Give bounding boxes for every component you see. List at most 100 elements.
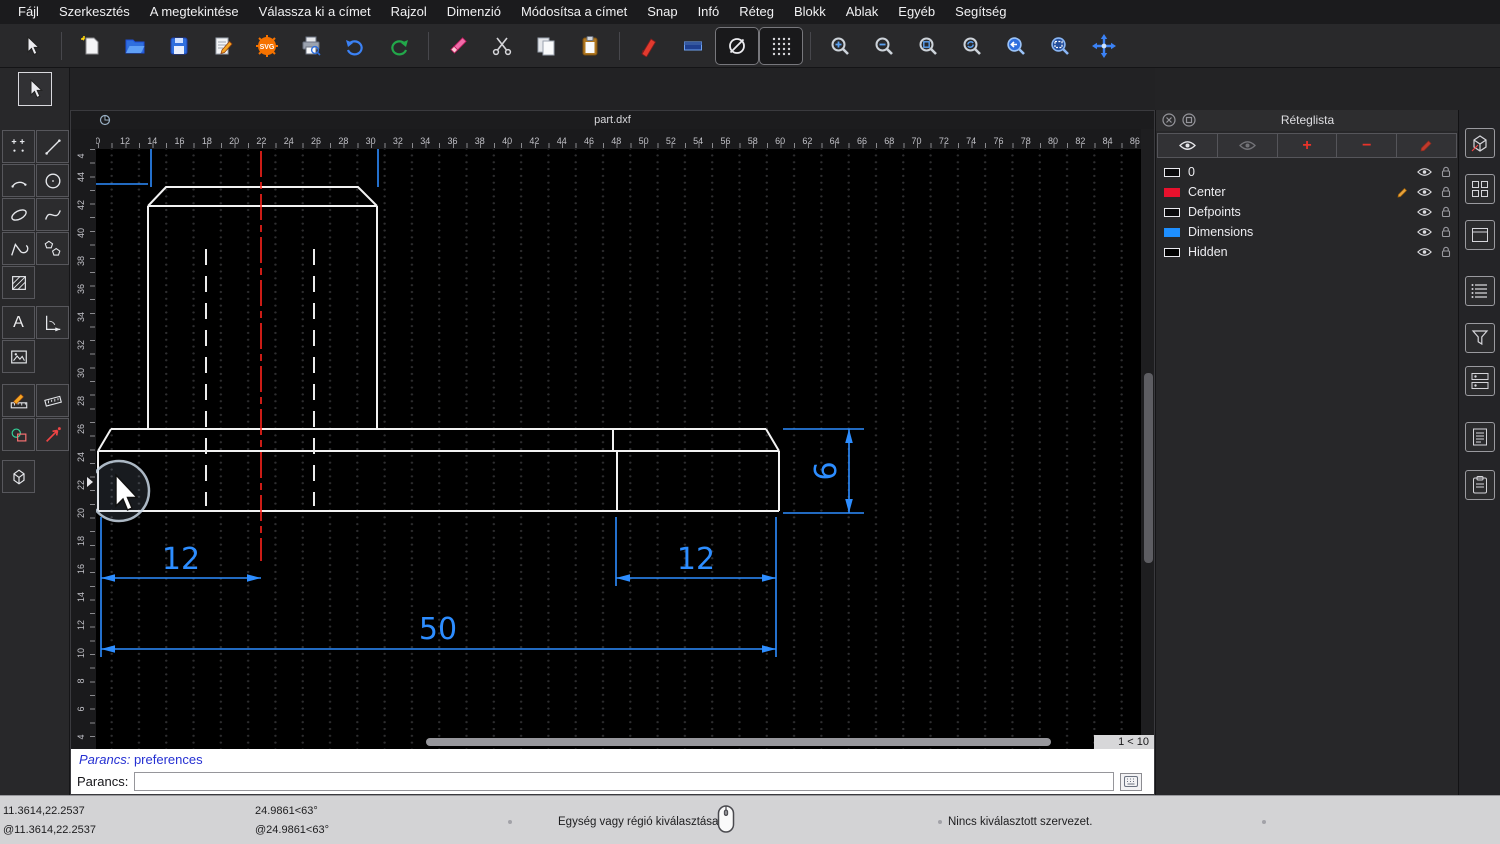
save-button[interactable] bbox=[157, 27, 201, 65]
snap-grid-button[interactable] bbox=[759, 26, 803, 65]
show-all-layers-button[interactable] bbox=[1157, 133, 1218, 158]
circle-tool[interactable] bbox=[36, 164, 69, 197]
hatch-tool[interactable] bbox=[2, 266, 35, 299]
layer-color-swatch[interactable] bbox=[1164, 187, 1180, 197]
layer-lock-icon[interactable] bbox=[1441, 226, 1451, 238]
dock-notes-button[interactable] bbox=[1465, 422, 1495, 452]
modify-tool[interactable] bbox=[2, 418, 35, 451]
menu-item[interactable]: Blokk bbox=[784, 0, 836, 24]
layer-row[interactable]: Hidden bbox=[1156, 242, 1459, 262]
arc-tool[interactable] bbox=[2, 164, 35, 197]
layer-color-swatch[interactable] bbox=[1164, 227, 1180, 237]
polyline-tool[interactable] bbox=[2, 232, 35, 265]
vertical-scrollbar[interactable] bbox=[1144, 373, 1153, 563]
layer-lock-icon[interactable] bbox=[1441, 186, 1451, 198]
layer-color-swatch[interactable] bbox=[1164, 167, 1180, 177]
image-tool[interactable] bbox=[2, 340, 35, 373]
measure-ruler-tool[interactable] bbox=[36, 384, 69, 417]
menu-item[interactable]: Rajzol bbox=[381, 0, 437, 24]
menu-item[interactable]: Fájl bbox=[8, 0, 49, 24]
command-options-button[interactable] bbox=[1120, 772, 1143, 791]
current-tool-select-button[interactable] bbox=[18, 72, 52, 106]
layer-visibility-icon[interactable] bbox=[1417, 167, 1432, 177]
menu-item[interactable]: Dimenzió bbox=[437, 0, 511, 24]
zoom-out-button[interactable] bbox=[862, 27, 906, 65]
layer-lock-icon[interactable] bbox=[1441, 246, 1451, 258]
float-panel-icon[interactable] bbox=[1182, 113, 1196, 134]
spline-tool[interactable] bbox=[36, 198, 69, 231]
drawing-canvas[interactable]: 12 12 50 6 bbox=[87, 149, 1141, 749]
add-layer-button[interactable]: + bbox=[1276, 133, 1338, 158]
layer-row[interactable]: Defpoints bbox=[1156, 202, 1459, 222]
zoom-pan-button[interactable] bbox=[1082, 27, 1126, 65]
layer-row[interactable]: 0 bbox=[1156, 162, 1459, 182]
layer-edit-pencil-icon[interactable] bbox=[1397, 186, 1409, 198]
menu-item[interactable]: Ablak bbox=[836, 0, 889, 24]
zoom-redraw-button[interactable] bbox=[950, 27, 994, 65]
hidden-lines[interactable] bbox=[205, 249, 315, 506]
menu-item[interactable]: A megtekintése bbox=[140, 0, 249, 24]
menu-item[interactable]: Snap bbox=[637, 0, 687, 24]
menu-item[interactable]: Módosítsa a címet bbox=[511, 0, 637, 24]
edit-drawing-button[interactable] bbox=[201, 27, 245, 65]
line-tool[interactable] bbox=[36, 130, 69, 163]
measure-distance-tool[interactable] bbox=[2, 384, 35, 417]
layer-color-swatch[interactable] bbox=[1164, 247, 1180, 257]
menu-item[interactable]: Réteg bbox=[729, 0, 784, 24]
zoom-previous-button[interactable] bbox=[994, 27, 1038, 65]
copy-button[interactable] bbox=[524, 27, 568, 65]
remove-layer-button[interactable]: − bbox=[1336, 133, 1398, 158]
explode-tool[interactable] bbox=[36, 418, 69, 451]
menu-item[interactable]: Egyéb bbox=[888, 0, 945, 24]
delete-entities-button[interactable] bbox=[436, 27, 480, 65]
layer-lock-icon[interactable] bbox=[1441, 166, 1451, 178]
command-input[interactable] bbox=[134, 772, 1115, 791]
dimension-tool[interactable] bbox=[36, 306, 69, 339]
dock-block-list-button[interactable] bbox=[1465, 174, 1495, 204]
polygon-tool[interactable] bbox=[36, 232, 69, 265]
print-preview-button[interactable] bbox=[289, 27, 333, 65]
dimension-lines[interactable] bbox=[96, 149, 864, 657]
layer-visibility-icon[interactable] bbox=[1417, 227, 1432, 237]
dock-cad-view-button[interactable] bbox=[1465, 128, 1495, 158]
menu-item[interactable]: Szerkesztés bbox=[49, 0, 140, 24]
dock-layer-list-button[interactable] bbox=[1465, 220, 1495, 250]
zoom-in-button[interactable] bbox=[818, 27, 862, 65]
pen-attributes-button[interactable] bbox=[627, 27, 671, 65]
dock-library-button[interactable] bbox=[1465, 366, 1495, 396]
layer-visibility-icon[interactable] bbox=[1417, 207, 1432, 217]
hide-all-layers-button[interactable] bbox=[1216, 133, 1278, 158]
cut-button[interactable] bbox=[480, 27, 524, 65]
ellipse-tool[interactable] bbox=[2, 198, 35, 231]
line-attributes-button[interactable] bbox=[671, 27, 715, 65]
select-tool-button[interactable] bbox=[10, 27, 54, 65]
layer-row[interactable]: Dimensions bbox=[1156, 222, 1459, 242]
dock-filter-button[interactable] bbox=[1465, 323, 1495, 353]
undo-button[interactable] bbox=[333, 27, 377, 65]
part-outline[interactable] bbox=[97, 186, 780, 512]
horizontal-scrollbar[interactable] bbox=[426, 738, 1051, 746]
layer-row[interactable]: Center bbox=[1156, 182, 1459, 202]
menu-item[interactable]: Infó bbox=[688, 0, 730, 24]
zoom-window-button[interactable] bbox=[1038, 27, 1082, 65]
menu-item[interactable]: Segítség bbox=[945, 0, 1016, 24]
layer-color-swatch[interactable] bbox=[1164, 207, 1180, 217]
new-document-button[interactable] bbox=[69, 27, 113, 65]
modify-layer-button[interactable] bbox=[1396, 133, 1457, 158]
dock-clipboard-button[interactable] bbox=[1465, 470, 1495, 500]
close-panel-icon[interactable] bbox=[1162, 113, 1176, 134]
menu-item[interactable]: Válassza ki a címet bbox=[249, 0, 381, 24]
text-tool[interactable]: A bbox=[2, 306, 35, 339]
zoom-auto-button[interactable] bbox=[906, 27, 950, 65]
dock-command-widget-button[interactable] bbox=[1465, 276, 1495, 306]
open-file-button[interactable] bbox=[113, 27, 157, 65]
isometric-view-tool[interactable] bbox=[2, 460, 35, 493]
export-svg-button[interactable]: SVG bbox=[245, 27, 289, 65]
layer-lock-icon[interactable] bbox=[1441, 206, 1451, 218]
layer-visibility-icon[interactable] bbox=[1417, 247, 1432, 257]
points-tool[interactable] bbox=[2, 130, 35, 163]
circle-tool-active-button[interactable] bbox=[715, 26, 759, 65]
redo-button[interactable] bbox=[377, 27, 421, 65]
paste-button[interactable] bbox=[568, 27, 612, 65]
layer-visibility-icon[interactable] bbox=[1417, 187, 1432, 197]
